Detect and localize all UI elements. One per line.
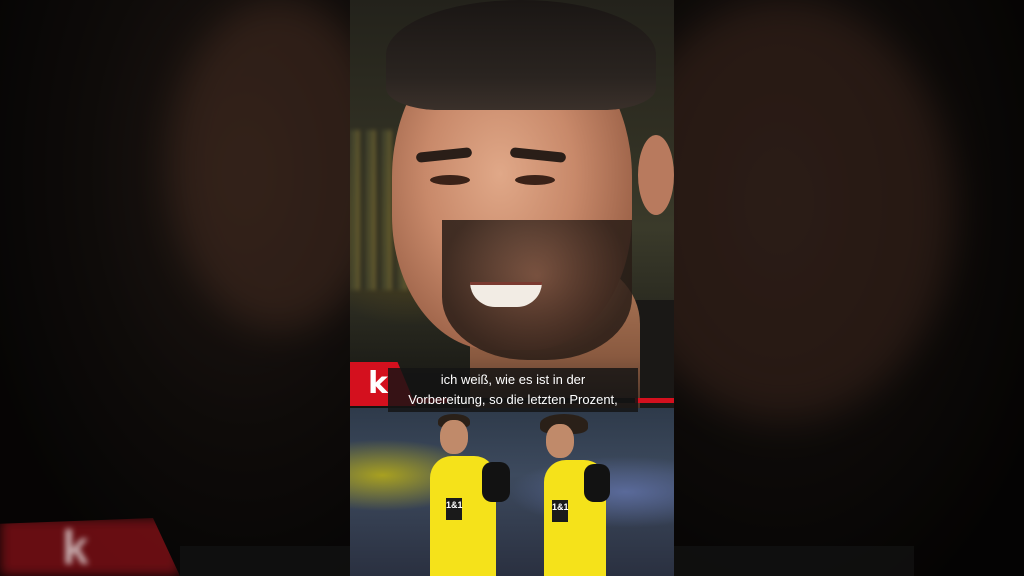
blurred-logo-plate-left [0,518,180,576]
blurred-background-left: k [0,0,350,576]
players-shot: 1&1 1&1 [350,408,674,576]
blurred-subtitle-bar-right [674,546,914,576]
player-left: 1&1 [430,408,520,576]
player-right: 1&1 [540,412,630,576]
subtitle-box: ich weiß, wie es ist in der Vorbereitung… [388,368,638,412]
background-shade-left [0,0,350,576]
background-shade-right [674,0,1024,576]
left-eye [430,175,470,185]
player-right-head [546,424,574,458]
blurred-subtitle-bar-left [180,546,350,576]
right-eye [515,175,555,185]
interview-shot [350,0,674,415]
subtitle-line-2: Vorbereitung, so die letzten Prozent, [408,392,618,407]
hair [386,0,656,110]
blurred-logo-letter-left: k [62,522,89,575]
kicker-logo-letter: k [368,366,388,401]
subtitle-line-1: ich weiß, wie es ist in der [440,372,586,387]
player-left-head [440,420,468,454]
player-left-sponsor-logo: 1&1 [446,498,463,520]
ear [638,135,674,215]
player-left-sleeve [482,462,510,502]
video-frame[interactable]: 1&1 1&1 k ich weiß, wie es ist in der Vo… [350,0,674,576]
player-right-sleeve [584,464,610,502]
player-right-sponsor-logo: 1&1 [552,500,569,522]
blurred-background-right [674,0,1024,576]
